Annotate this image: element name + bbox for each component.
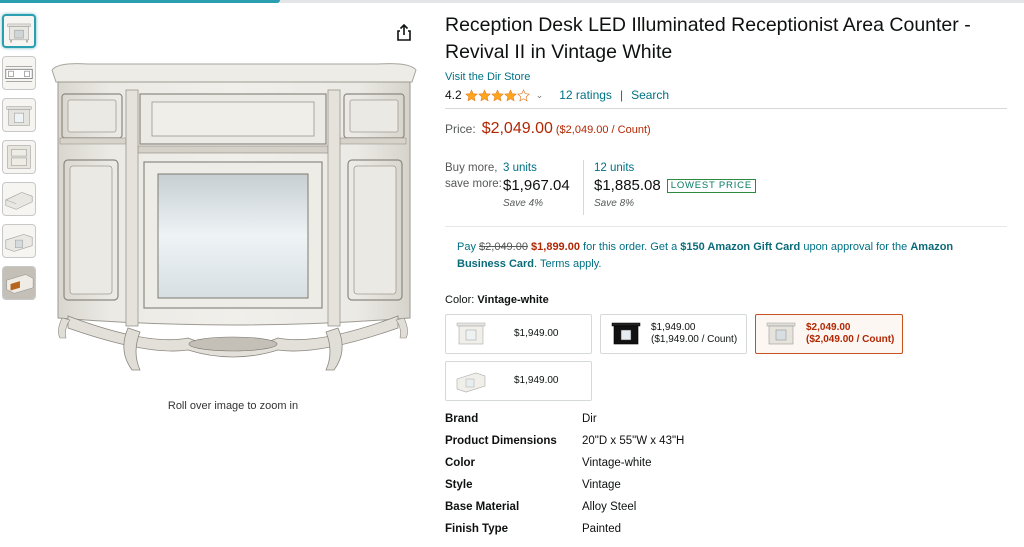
offer-terms[interactable]: . Terms apply.	[534, 258, 601, 270]
divider	[445, 108, 1007, 109]
thumbnail-desk-front[interactable]	[2, 14, 36, 48]
star-icon	[503, 88, 517, 101]
spec-key: Finish Type	[445, 523, 509, 535]
color-selector-label: Color: Vintage-white	[445, 294, 1007, 306]
offer-new-price: $1,899.00	[531, 241, 580, 253]
swatch-price: $2,049.00	[806, 322, 851, 333]
product-specs-table: Brand Dir Product Dimensions 20"D x 55"W x…	[445, 408, 1007, 540]
spec-key: Style	[445, 479, 473, 491]
thumbnail-desk-light[interactable]	[2, 98, 36, 132]
spec-value: Painted	[582, 523, 622, 535]
swatch-price-block: $2,049.00 ($2,049.00 / Count)	[806, 322, 894, 346]
swatch-image	[766, 322, 796, 345]
store-link[interactable]: Visit the Dir Store	[445, 71, 1007, 83]
spec-value: Dir	[582, 413, 597, 425]
spec-value: 20"D x 55"W x 43"H	[582, 435, 685, 447]
selected-color: Vintage-white	[477, 294, 549, 306]
thumbnail-desk-angle[interactable]	[2, 224, 36, 258]
price-per-unit: ($2,049.00 / Count)	[555, 124, 651, 136]
search-link[interactable]: Search	[631, 88, 669, 102]
share-icon[interactable]	[393, 22, 415, 44]
spec-value: Vintage	[582, 479, 621, 491]
spec-key: Brand	[445, 413, 479, 425]
spec-row: Base Material Alloy Steel	[445, 496, 1007, 518]
spec-row: Style Vintage	[445, 474, 1007, 496]
spec-row: Brand Dir	[445, 408, 1007, 430]
spec-key: Color	[445, 457, 476, 469]
thumbnail-strip	[2, 14, 38, 308]
swatch-price: $1,949.00	[514, 328, 559, 339]
swatch-image	[456, 372, 486, 393]
price-row: Price: $2,049.00 ($2,049.00 / Count)	[445, 120, 1007, 138]
swatch-unit-price: ($1,949.00 / Count)	[651, 334, 738, 345]
swatch-image	[456, 322, 486, 345]
star-icon	[477, 88, 491, 101]
tier-divider	[583, 160, 584, 215]
tier-price-value: $1,885.08	[594, 177, 661, 194]
thumbnail-desk-drawer[interactable]	[2, 266, 36, 300]
star-icon	[490, 88, 504, 101]
color-option-black[interactable]: $1,949.00 ($1,949.00 / Count)	[600, 314, 747, 354]
chevron-down-icon[interactable]: ⌄	[536, 90, 544, 101]
spec-row: Color Vintage-white	[445, 452, 1007, 474]
swatch-unit-price: ($2,049.00 / Count)	[806, 334, 895, 345]
color-option-white-alt[interactable]: $1,949.00	[445, 361, 592, 401]
spec-row: Product Dimensions 20"D x 55"W x 43"H	[445, 430, 1007, 452]
buy-more-line1: Buy more,	[445, 162, 498, 174]
quantity-discount-tiers: Buy more, save more: 3 units $1,967.04 S…	[445, 160, 1007, 216]
product-title: Reception Desk LED Illuminated Reception…	[445, 14, 971, 63]
offer-card-name: Business Card	[457, 258, 535, 270]
tier-units[interactable]: 3 units	[503, 160, 570, 176]
rating-value: 4.2	[445, 88, 462, 102]
swatch-price-block: $1,949.00 ($1,949.00 / Count)	[651, 322, 737, 346]
color-swatches: $1,949.00 $1,949.00 ($1,949.00 / Count) $…	[445, 314, 1007, 404]
zoom-caption: Roll over image to zoom in	[167, 400, 299, 412]
lowest-price-badge: LOWEST PRICE	[666, 179, 756, 193]
thumbnail-desk-detail[interactable]	[2, 140, 36, 174]
tier-save: Save 8%	[594, 198, 635, 209]
tier-price: $1,885.08 LOWEST PRICE	[594, 176, 756, 196]
tier-3-units[interactable]: 3 units $1,967.04 Save 4%	[503, 160, 570, 209]
star-rating[interactable]	[464, 88, 530, 102]
price-amount: $2,049.00	[481, 120, 553, 137]
spec-row: Finish Type Painted	[445, 518, 1007, 540]
spec-value: Vintage-white	[582, 457, 652, 469]
spec-value: Alloy Steel	[582, 501, 637, 513]
thumbnail-desk-side[interactable]	[2, 182, 36, 216]
tier-price: $1,967.04	[503, 177, 570, 194]
price-label: Price:	[445, 122, 476, 136]
main-product-image[interactable]	[48, 56, 418, 386]
product-details: Reception Desk LED Illuminated Reception…	[445, 12, 1007, 540]
top-scroll-indicator	[0, 0, 1024, 3]
offer-gift-card: $150 Amazon Gift Card	[680, 241, 801, 253]
offer-text: for this order. Get a	[583, 241, 678, 253]
swatch-price: $1,949.00	[514, 375, 559, 386]
buy-more-line2: save more:	[445, 178, 502, 190]
swatch-image	[611, 322, 641, 345]
offer-pay-text: Pay	[457, 241, 476, 253]
star-empty-icon	[516, 88, 530, 101]
color-option-white[interactable]: $1,949.00	[445, 314, 592, 354]
swatch-price: $1,949.00	[651, 322, 696, 333]
thumbnail-desk-dimensions[interactable]	[2, 56, 36, 90]
tier-12-units[interactable]: 12 units $1,885.08 LOWEST PRICE Save 8%	[594, 160, 756, 209]
divider	[445, 226, 1007, 227]
separator: |	[619, 88, 624, 102]
spec-key: Product Dimensions	[445, 435, 557, 447]
color-label-text: Color:	[445, 294, 475, 306]
tier-save: Save 4%	[503, 198, 544, 209]
tier-units[interactable]: 12 units	[594, 160, 756, 176]
rating-row: 4.2 ⌄ 12 ratings | Search	[445, 86, 1007, 104]
buy-more-label: Buy more, save more:	[445, 160, 502, 192]
offer-old-price: $2,049.00	[479, 241, 528, 253]
offer-card-name: Amazon	[910, 241, 954, 253]
star-icon	[464, 88, 478, 101]
ratings-count-link[interactable]: 12 ratings	[559, 88, 612, 102]
offer-text: upon approval for the	[803, 241, 908, 253]
spec-key: Base Material	[445, 501, 520, 513]
business-card-offer[interactable]: Pay $2,049.00 $1,899.00 for this order. …	[457, 239, 977, 273]
color-option-vintage-white[interactable]: $2,049.00 ($2,049.00 / Count)	[755, 314, 903, 354]
